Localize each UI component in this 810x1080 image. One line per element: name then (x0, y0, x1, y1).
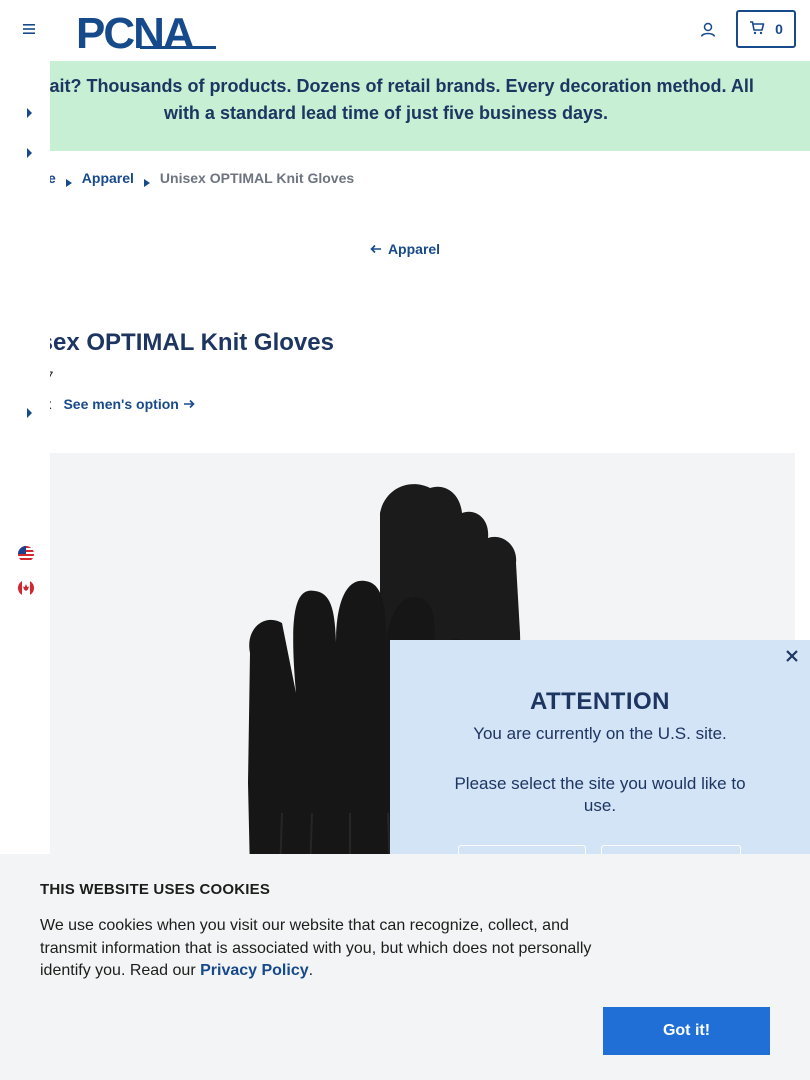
chevron-right-icon[interactable] (24, 406, 34, 418)
cart-icon (749, 20, 765, 38)
promo-text: y Wait? Thousands of products. Dozens of… (0, 73, 786, 127)
breadcrumb-arrow-icon (65, 174, 72, 187)
cart-button[interactable]: 0 (736, 10, 796, 48)
cookie-banner: THIS WEBSITE USES COOKIES We use cookies… (0, 854, 810, 1080)
pcna-logo[interactable]: PCNA (76, 9, 224, 58)
promo-line-1: y Wait? Thousands of products. Dozens of… (18, 76, 754, 96)
site-header: PCNA 0 (0, 0, 810, 61)
popup-current-site-text: You are currently on the U.S. site. (473, 724, 727, 743)
breadcrumb-arrow-icon (143, 174, 150, 187)
promo-banner: y Wait? Thousands of products. Dozens of… (0, 61, 810, 151)
back-link-label: Apparel (387, 241, 441, 257)
cookie-body: We use cookies when you visit our websit… (40, 917, 592, 979)
close-icon[interactable] (784, 648, 800, 664)
canada-flag-icon[interactable] (18, 580, 34, 596)
arrow-right-icon (183, 396, 195, 412)
see-mens-option-link[interactable]: See men's option (63, 396, 195, 412)
chevron-right-icon[interactable] (24, 146, 34, 158)
account-icon[interactable] (698, 20, 718, 40)
chevron-right-icon[interactable] (24, 106, 34, 118)
product-title: isex OPTIMAL Knit Gloves (33, 329, 334, 356)
hamburger-menu-icon[interactable] (18, 18, 40, 40)
breadcrumb-apparel[interactable]: Apparel (82, 170, 134, 186)
us-flag-icon[interactable] (18, 546, 34, 562)
left-rail-nav (0, 61, 50, 854)
logo-text: PCNA (76, 10, 194, 52)
breadcrumb: e Apparel Unisex OPTIMAL Knit Gloves (48, 170, 355, 187)
popup-select-site-text: Please select the site you would like to… (454, 774, 746, 815)
breadcrumb-current: Unisex OPTIMAL Knit Gloves (159, 170, 355, 186)
arrow-left-icon (370, 241, 382, 257)
popup-heading: ATTENTION (529, 688, 671, 715)
cookie-title: THIS WEBSITE USES COOKIES (40, 881, 271, 898)
gender-option-row: ex See men's option (36, 396, 195, 412)
back-to-apparel-link[interactable]: Apparel (0, 241, 810, 257)
got-it-button[interactable]: Got it! (603, 1007, 770, 1055)
privacy-policy-link[interactable]: Privacy Policy (200, 962, 309, 979)
promo-line-2: with a standard lead time of just five b… (163, 103, 609, 123)
cart-count: 0 (775, 21, 783, 37)
